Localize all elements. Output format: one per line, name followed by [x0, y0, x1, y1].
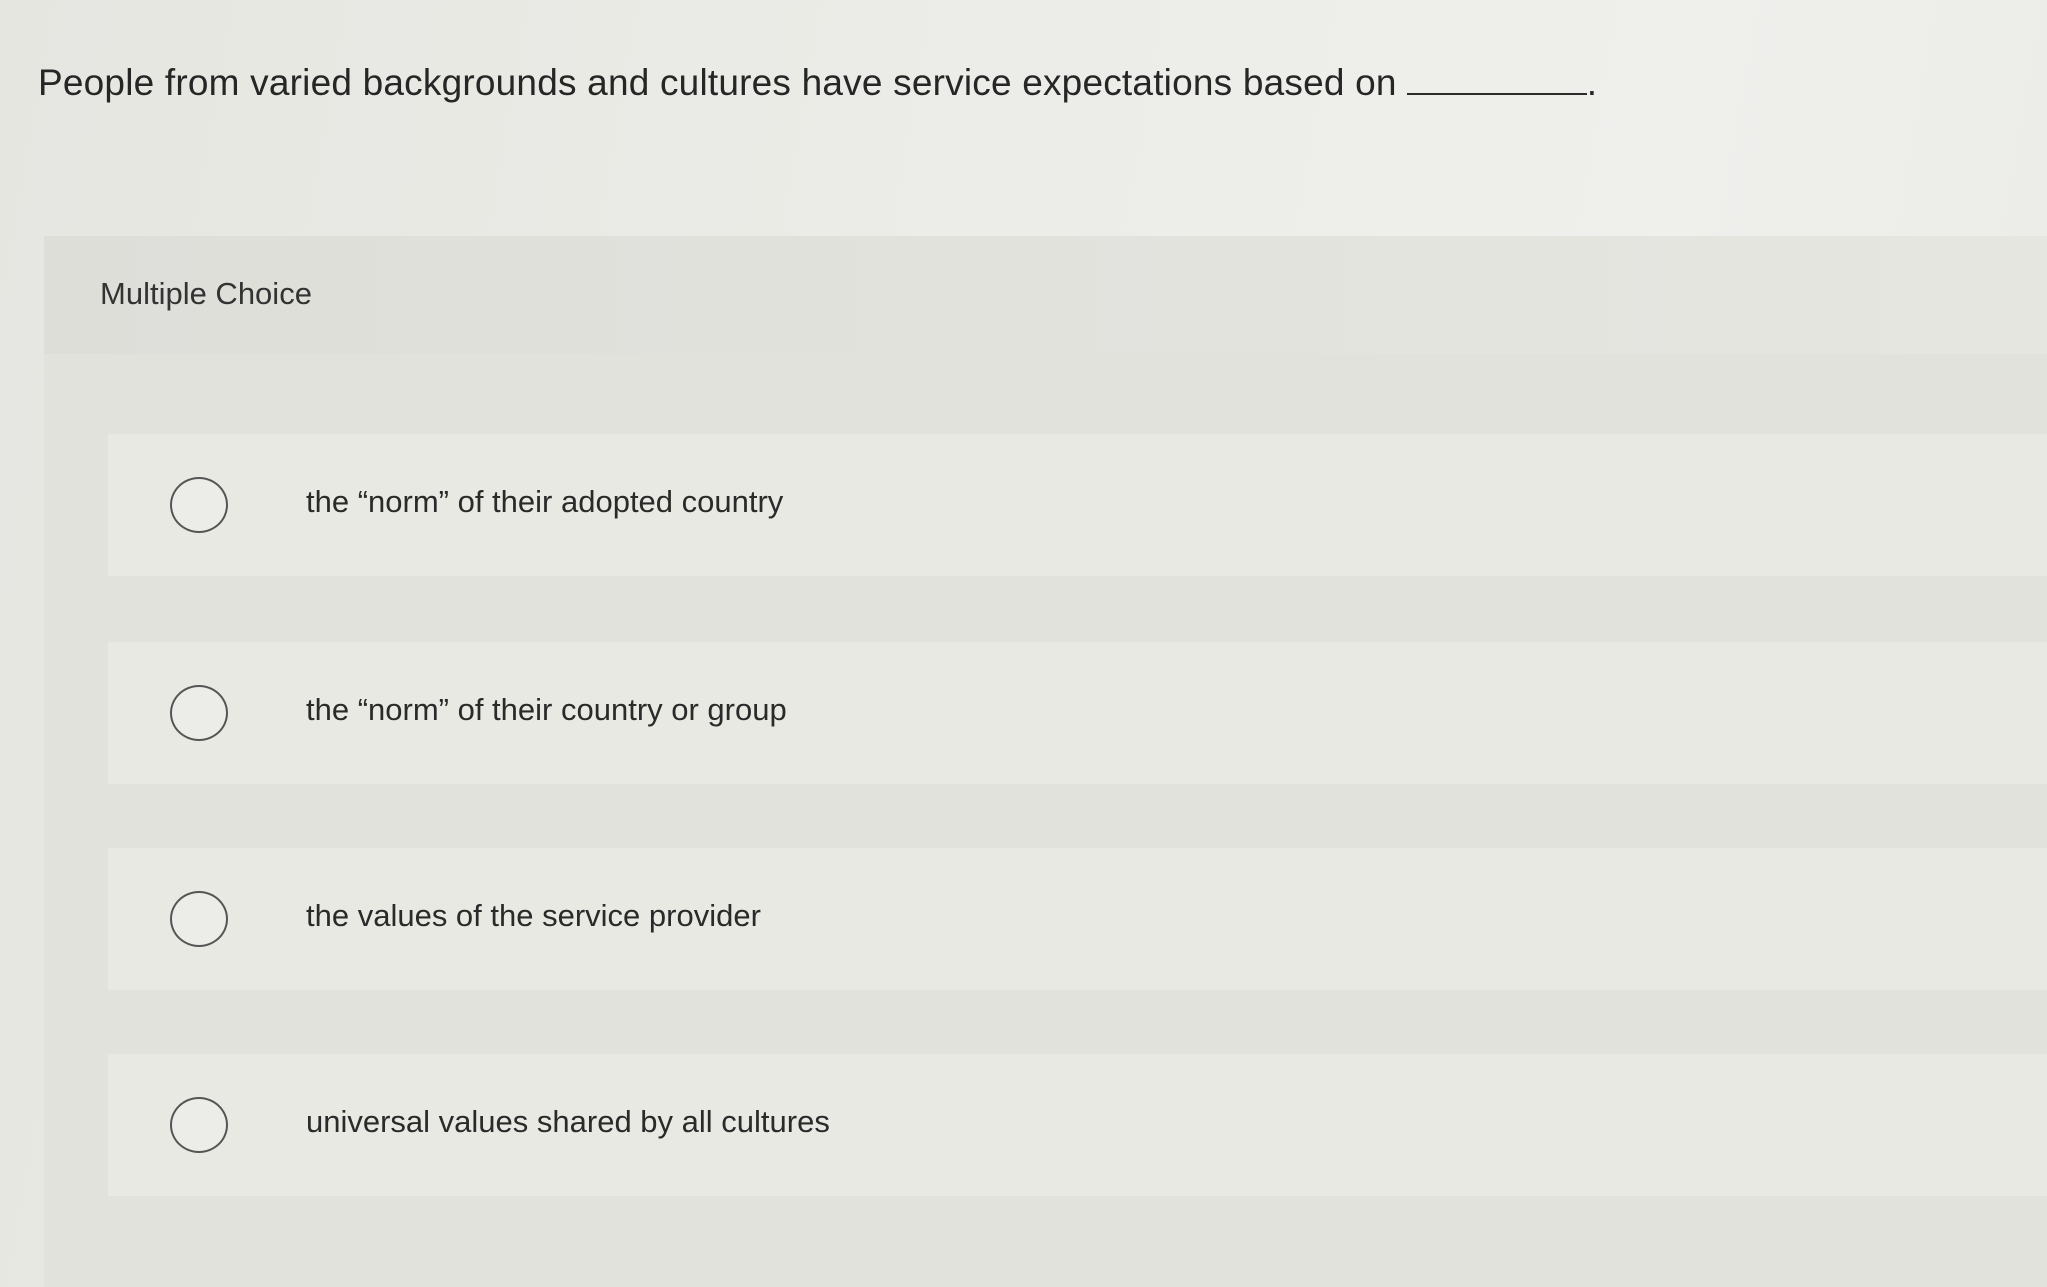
question-period: .: [1586, 62, 1598, 103]
question-text: People from varied backgrounds and cultu…: [38, 62, 1597, 104]
question-type-label: Multiple Choice: [100, 276, 312, 311]
choice-option-4[interactable]: universal values shared by all cultures: [108, 1054, 2047, 1196]
radio-button-icon[interactable]: [170, 477, 228, 533]
radio-button-icon[interactable]: [170, 891, 228, 947]
radio-button-icon[interactable]: [170, 1097, 228, 1153]
choice-label: the values of the service provider: [306, 898, 761, 933]
answer-blank: [1406, 63, 1587, 95]
choice-option-2[interactable]: the “norm” of their country or group: [108, 642, 2047, 784]
question-stem: People from varied backgrounds and cultu…: [38, 62, 1397, 103]
choice-label: universal values shared by all cultures: [306, 1104, 830, 1139]
choice-label: the “norm” of their country or group: [306, 692, 787, 727]
radio-button-icon[interactable]: [170, 685, 228, 741]
choice-option-3[interactable]: the values of the service provider: [108, 848, 2047, 990]
choice-option-1[interactable]: the “norm” of their adopted country: [108, 434, 2047, 576]
panel-header: [44, 236, 2047, 354]
choice-label: the “norm” of their adopted country: [306, 484, 784, 519]
